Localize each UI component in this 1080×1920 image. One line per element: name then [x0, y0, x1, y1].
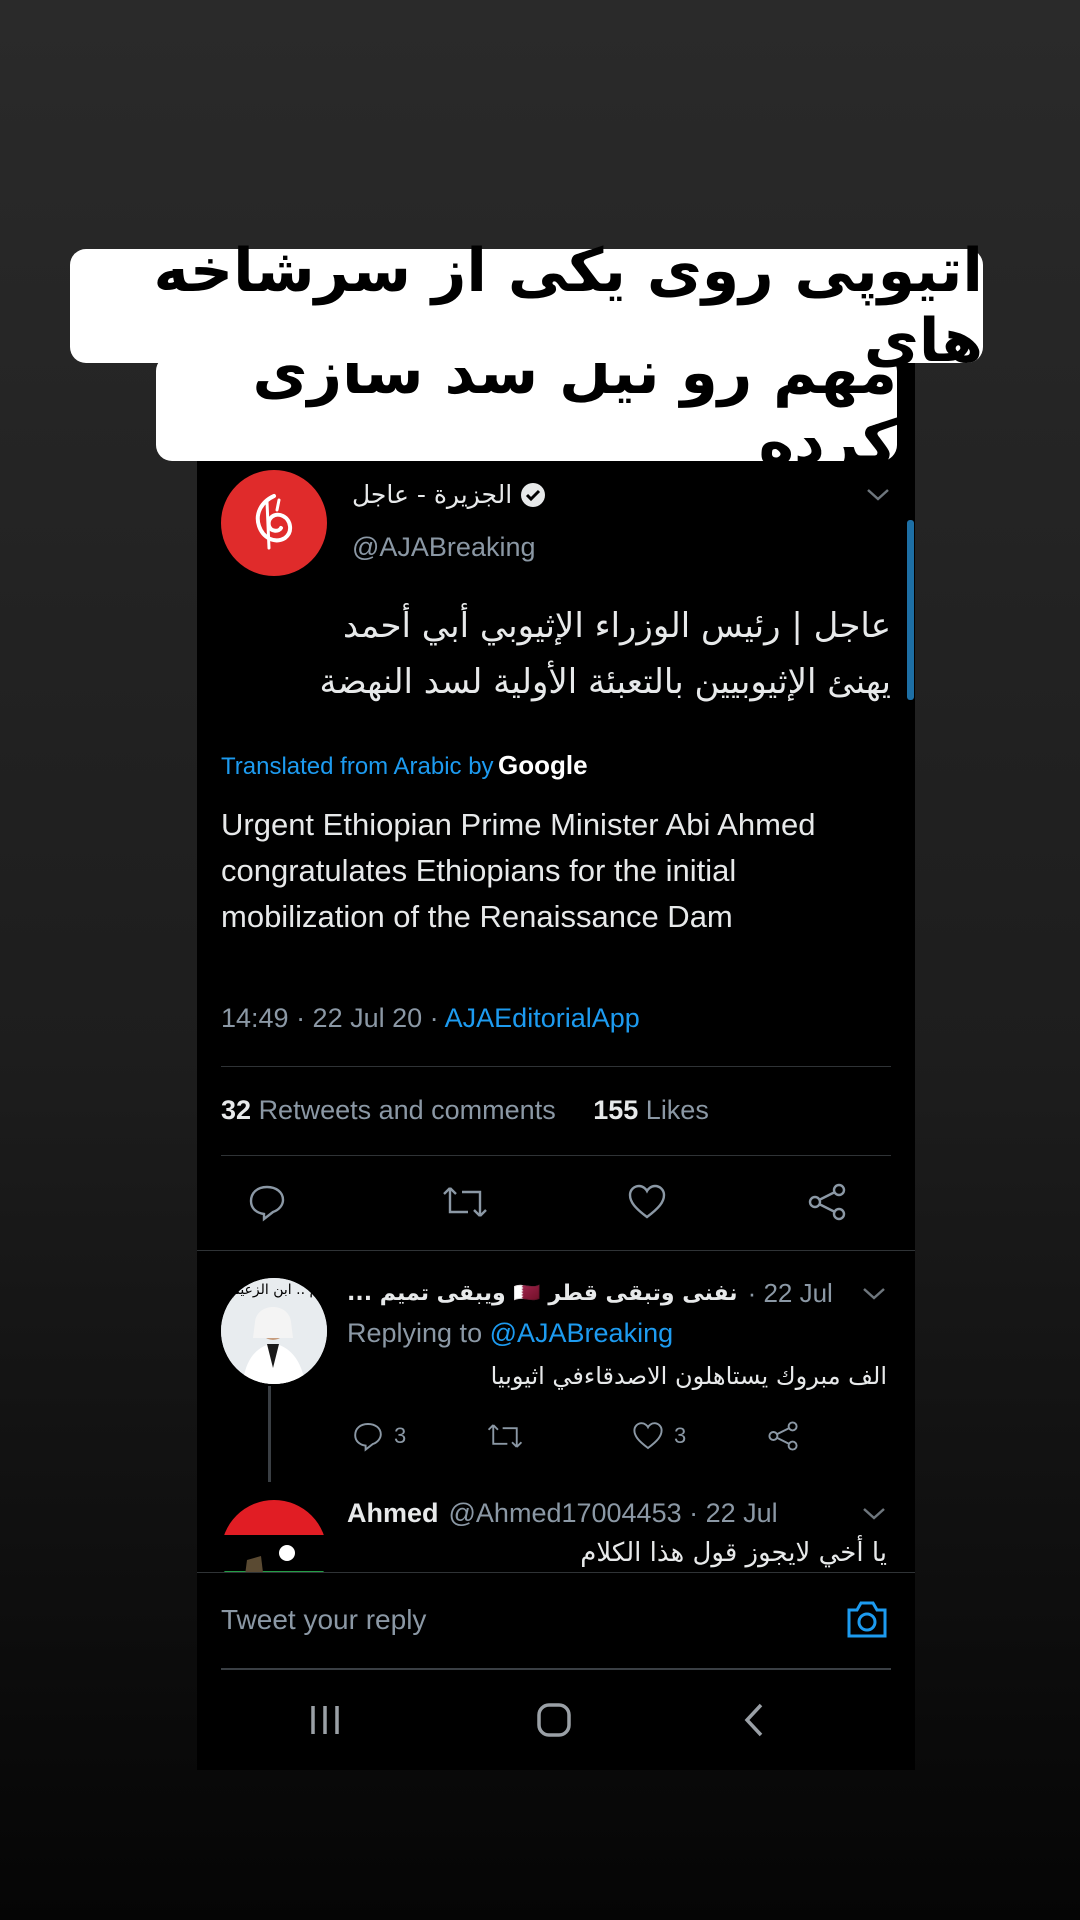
verified-icon: [521, 482, 546, 507]
divider: [221, 1066, 891, 1067]
back-icon[interactable]: [737, 1700, 773, 1745]
tweet-text-line-1: عاجل | رئيس الوزراء الإثيوبي أبي أحمد: [343, 606, 891, 646]
tweet-meta: 14:49 · 22 Jul 20 · AJAEditorialApp: [221, 1003, 640, 1034]
recent-apps-icon[interactable]: [307, 1700, 343, 1745]
likes-count: 155: [593, 1095, 639, 1125]
reply-1-comment[interactable]: 3: [352, 1420, 406, 1452]
replying-handle[interactable]: @AJABreaking: [490, 1318, 674, 1348]
divider: [221, 1155, 891, 1156]
tweet-author-handle[interactable]: @AJABreaking: [352, 532, 536, 563]
al-jazeera-avatar[interactable]: [221, 470, 327, 576]
system-nav-bar: [197, 1680, 915, 1770]
thread-line: [268, 1386, 271, 1482]
google-brand: Google: [498, 750, 588, 780]
scrollbar[interactable]: [907, 520, 914, 700]
like-icon[interactable]: [627, 1182, 667, 1227]
translated-by[interactable]: Translated from Arabic by Google: [221, 750, 588, 781]
retweets-label: Retweets and comments: [258, 1095, 556, 1125]
tweet-author-name: الجزيرة - عاجل: [352, 480, 513, 509]
reply-1-comment-count: 3: [394, 1423, 407, 1448]
divider: [197, 1572, 915, 1573]
home-icon[interactable]: [534, 1700, 574, 1745]
reply-2-name[interactable]: Ahmed: [347, 1498, 439, 1529]
tweet-author-row[interactable]: الجزيرة - عاجل: [352, 480, 546, 509]
phone-screen: الجزيرة - عاجل @AJABreaking عاجل | رئيس …: [197, 360, 915, 1770]
avatar-caption: رعيم .. ابن الزعيم: [231, 1282, 339, 1298]
chevron-down-icon[interactable]: [861, 1285, 887, 1303]
caption-line-1-text: اتیوپی روی یکی از سرشاخه های: [153, 236, 983, 376]
reply-2-header: Ahmed @Ahmed17004453 · 22 Jul: [347, 1498, 887, 1529]
reply-1-like-count: 3: [674, 1423, 687, 1448]
chevron-down-icon[interactable]: [861, 1505, 887, 1523]
reply-1-date: · 22 Jul: [747, 1278, 833, 1308]
reply-composer: Tweet your reply: [197, 1572, 915, 1672]
retweets-count: 32: [221, 1095, 252, 1125]
retweet-icon[interactable]: [487, 1420, 523, 1457]
retweets-stat[interactable]: 32 Retweets and comments: [221, 1095, 556, 1125]
reply-1-like[interactable]: 3: [632, 1420, 686, 1452]
reply-1-name[interactable]: نفنى وتبقى قطر 🇶🇦 ويبقى تميم ...: [347, 1281, 738, 1306]
caption-line-1: اتیوپی روی یکی از سرشاخه های: [70, 236, 983, 376]
likes-stat[interactable]: 155 Likes: [593, 1095, 709, 1125]
tweet-stats: 32 Retweets and comments 155 Likes: [221, 1095, 709, 1126]
replying-to: Replying to @AJABreaking: [347, 1318, 673, 1349]
like-icon: [633, 1422, 663, 1450]
input-underline: [221, 1668, 891, 1670]
translated-label: Translated from Arabic by: [221, 753, 494, 780]
retweet-icon[interactable]: [442, 1182, 488, 1227]
chevron-down-icon[interactable]: [865, 484, 891, 510]
reply-2-text: يا أخي لايجوز قول هذا الكلام: [580, 1538, 887, 1568]
reply-1-text: الف مبروك يستاهلون الاصدقاءفي اثيوبيا: [490, 1362, 887, 1390]
tweet-translation: Urgent Ethiopian Prime Minister Abi Ahme…: [221, 807, 816, 934]
divider: [197, 1250, 915, 1251]
tweet-text-line-2: يهنئ الإثيوبيين بالتعبئة الأولية لسد الن…: [319, 662, 891, 702]
reply-1-header: نفنى وتبقى قطر 🇶🇦 ويبقى تميم ... · 22 Ju…: [347, 1278, 887, 1309]
tweet-time: 14:49 · 22 Jul 20 ·: [221, 1003, 445, 1033]
likes-label: Likes: [645, 1095, 709, 1125]
tweet-reply-input[interactable]: Tweet your reply: [221, 1604, 426, 1636]
reply-icon[interactable]: [247, 1182, 287, 1227]
tweet-text-original: عاجل | رئيس الوزراء الإثيوبي أبي أحمد يه…: [221, 598, 891, 710]
camera-icon[interactable]: [845, 1598, 889, 1645]
tweet-source-app[interactable]: AJAEditorialApp: [445, 1003, 640, 1033]
share-icon[interactable]: [767, 1420, 799, 1457]
share-icon[interactable]: [807, 1182, 847, 1227]
al-jazeera-logo-icon: [255, 494, 292, 550]
reply-icon: [354, 1423, 382, 1452]
reply-2-handle-date: @Ahmed17004453 · 22 Jul: [448, 1498, 778, 1528]
replying-prefix: Replying to: [347, 1318, 483, 1348]
